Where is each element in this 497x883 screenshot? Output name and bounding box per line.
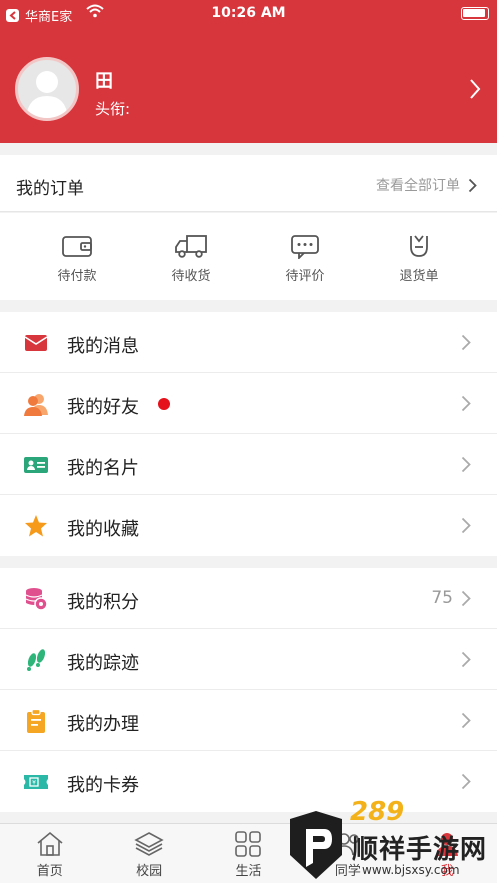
menu-item-label: 我的收藏 <box>67 519 139 540</box>
menu-item-footprints[interactable]: 我的踪迹 <box>0 629 497 690</box>
me-icon <box>436 833 459 856</box>
order-status-shortcuts: 待付款 待收货 待评价 退货单 <box>0 213 497 300</box>
menu-item-label: 我的办理 <box>67 714 139 735</box>
tab-campus[interactable]: 校园 <box>99 824 198 883</box>
menu-item-messages[interactable]: 我的消息 <box>0 312 497 373</box>
tab-life[interactable]: 生活 <box>199 824 298 883</box>
avatar[interactable] <box>15 57 79 121</box>
menu-item-label: 我的踪迹 <box>67 653 139 674</box>
chevron-right-icon <box>461 712 471 729</box>
clipboard-icon <box>27 709 45 733</box>
card-icon <box>24 457 48 473</box>
bottom-tab-bar: 首页 校园 生活 同学 我 <box>0 823 497 883</box>
points-value: 75 <box>431 588 453 608</box>
menu-item-label: 我的好友 <box>67 397 139 418</box>
chevron-right-icon <box>461 456 471 473</box>
tab-label: 首页 <box>36 864 63 879</box>
classmates-icon <box>334 833 359 856</box>
status-bar: 华商E家 10:26 AM <box>0 0 497 26</box>
comment-icon <box>291 235 319 259</box>
tab-label: 我 <box>440 864 454 879</box>
footprints-icon <box>27 649 46 671</box>
menu-item-label: 我的名片 <box>67 458 139 479</box>
home-icon <box>37 831 63 856</box>
order-pending-review[interactable]: 待评价 <box>248 213 362 300</box>
profile-name: 田 <box>95 71 113 92</box>
order-item-label: 待评价 <box>285 269 325 284</box>
coupon-icon: ¥ <box>24 775 48 789</box>
order-pending-receipt[interactable]: 待收货 <box>134 213 248 300</box>
order-item-label: 待付款 <box>57 269 97 284</box>
menu-item-coupons[interactable]: ¥ 我的卡券 <box>0 751 497 812</box>
profile-title-label: 头衔: <box>95 100 131 118</box>
order-item-label: 待收货 <box>171 269 211 284</box>
menu-item-favorites[interactable]: 我的收藏 <box>0 495 497 556</box>
chevron-right-icon <box>461 517 471 534</box>
truck-icon <box>175 235 207 258</box>
layers-icon <box>134 832 164 856</box>
svg-text:¥: ¥ <box>32 780 36 787</box>
tab-me[interactable]: 我 <box>398 824 497 883</box>
user-silhouette-icon <box>26 71 68 118</box>
chevron-right-icon <box>461 334 471 351</box>
menu-group-2: 我的积分 75 我的踪迹 我的办理 ¥ 我的卡券 <box>0 568 497 812</box>
return-icon <box>410 235 428 257</box>
new-badge <box>158 398 170 410</box>
order-pending-payment[interactable]: 待付款 <box>20 213 134 300</box>
my-orders-title: 我的订单 <box>16 179 84 199</box>
menu-item-label: 我的卡券 <box>67 775 139 796</box>
tab-label: 生活 <box>235 864 262 879</box>
view-all-orders-label: 查看全部订单 <box>376 178 460 194</box>
friends-icon <box>24 394 48 416</box>
chevron-right-icon <box>461 651 471 668</box>
menu-item-friends[interactable]: 我的好友 <box>0 373 497 434</box>
grid-icon <box>235 831 262 857</box>
battery-icon <box>461 7 489 20</box>
mail-icon <box>24 335 48 351</box>
wallet-icon <box>62 236 92 257</box>
chevron-right-icon <box>461 590 471 607</box>
menu-group-1: 我的消息 我的好友 我的名片 我的收藏 <box>0 312 497 556</box>
tab-classmates[interactable]: 同学 <box>298 824 397 883</box>
menu-item-label: 我的积分 <box>67 592 139 613</box>
tab-label: 校园 <box>136 864 163 879</box>
profile-header: 华商E家 10:26 AM 田 头衔: <box>0 0 497 143</box>
tab-home[interactable]: 首页 <box>0 824 99 883</box>
order-returns[interactable]: 退货单 <box>362 213 476 300</box>
menu-item-business-card[interactable]: 我的名片 <box>0 434 497 495</box>
chevron-right-icon <box>461 395 471 412</box>
tab-label: 同学 <box>334 864 361 879</box>
chevron-right-icon <box>468 178 477 192</box>
menu-item-handling[interactable]: 我的办理 <box>0 690 497 751</box>
star-icon <box>25 515 47 537</box>
menu-item-points[interactable]: 我的积分 75 <box>0 568 497 629</box>
menu-item-label: 我的消息 <box>67 336 139 357</box>
view-all-orders-link[interactable]: 查看全部订单 <box>376 175 477 195</box>
my-orders-row[interactable]: 我的订单 查看全部订单 <box>0 155 497 212</box>
points-icon <box>25 588 48 611</box>
status-time: 10:26 AM <box>211 5 286 21</box>
order-item-label: 退货单 <box>399 269 439 284</box>
chevron-right-icon[interactable] <box>469 78 481 100</box>
chevron-right-icon <box>461 773 471 790</box>
